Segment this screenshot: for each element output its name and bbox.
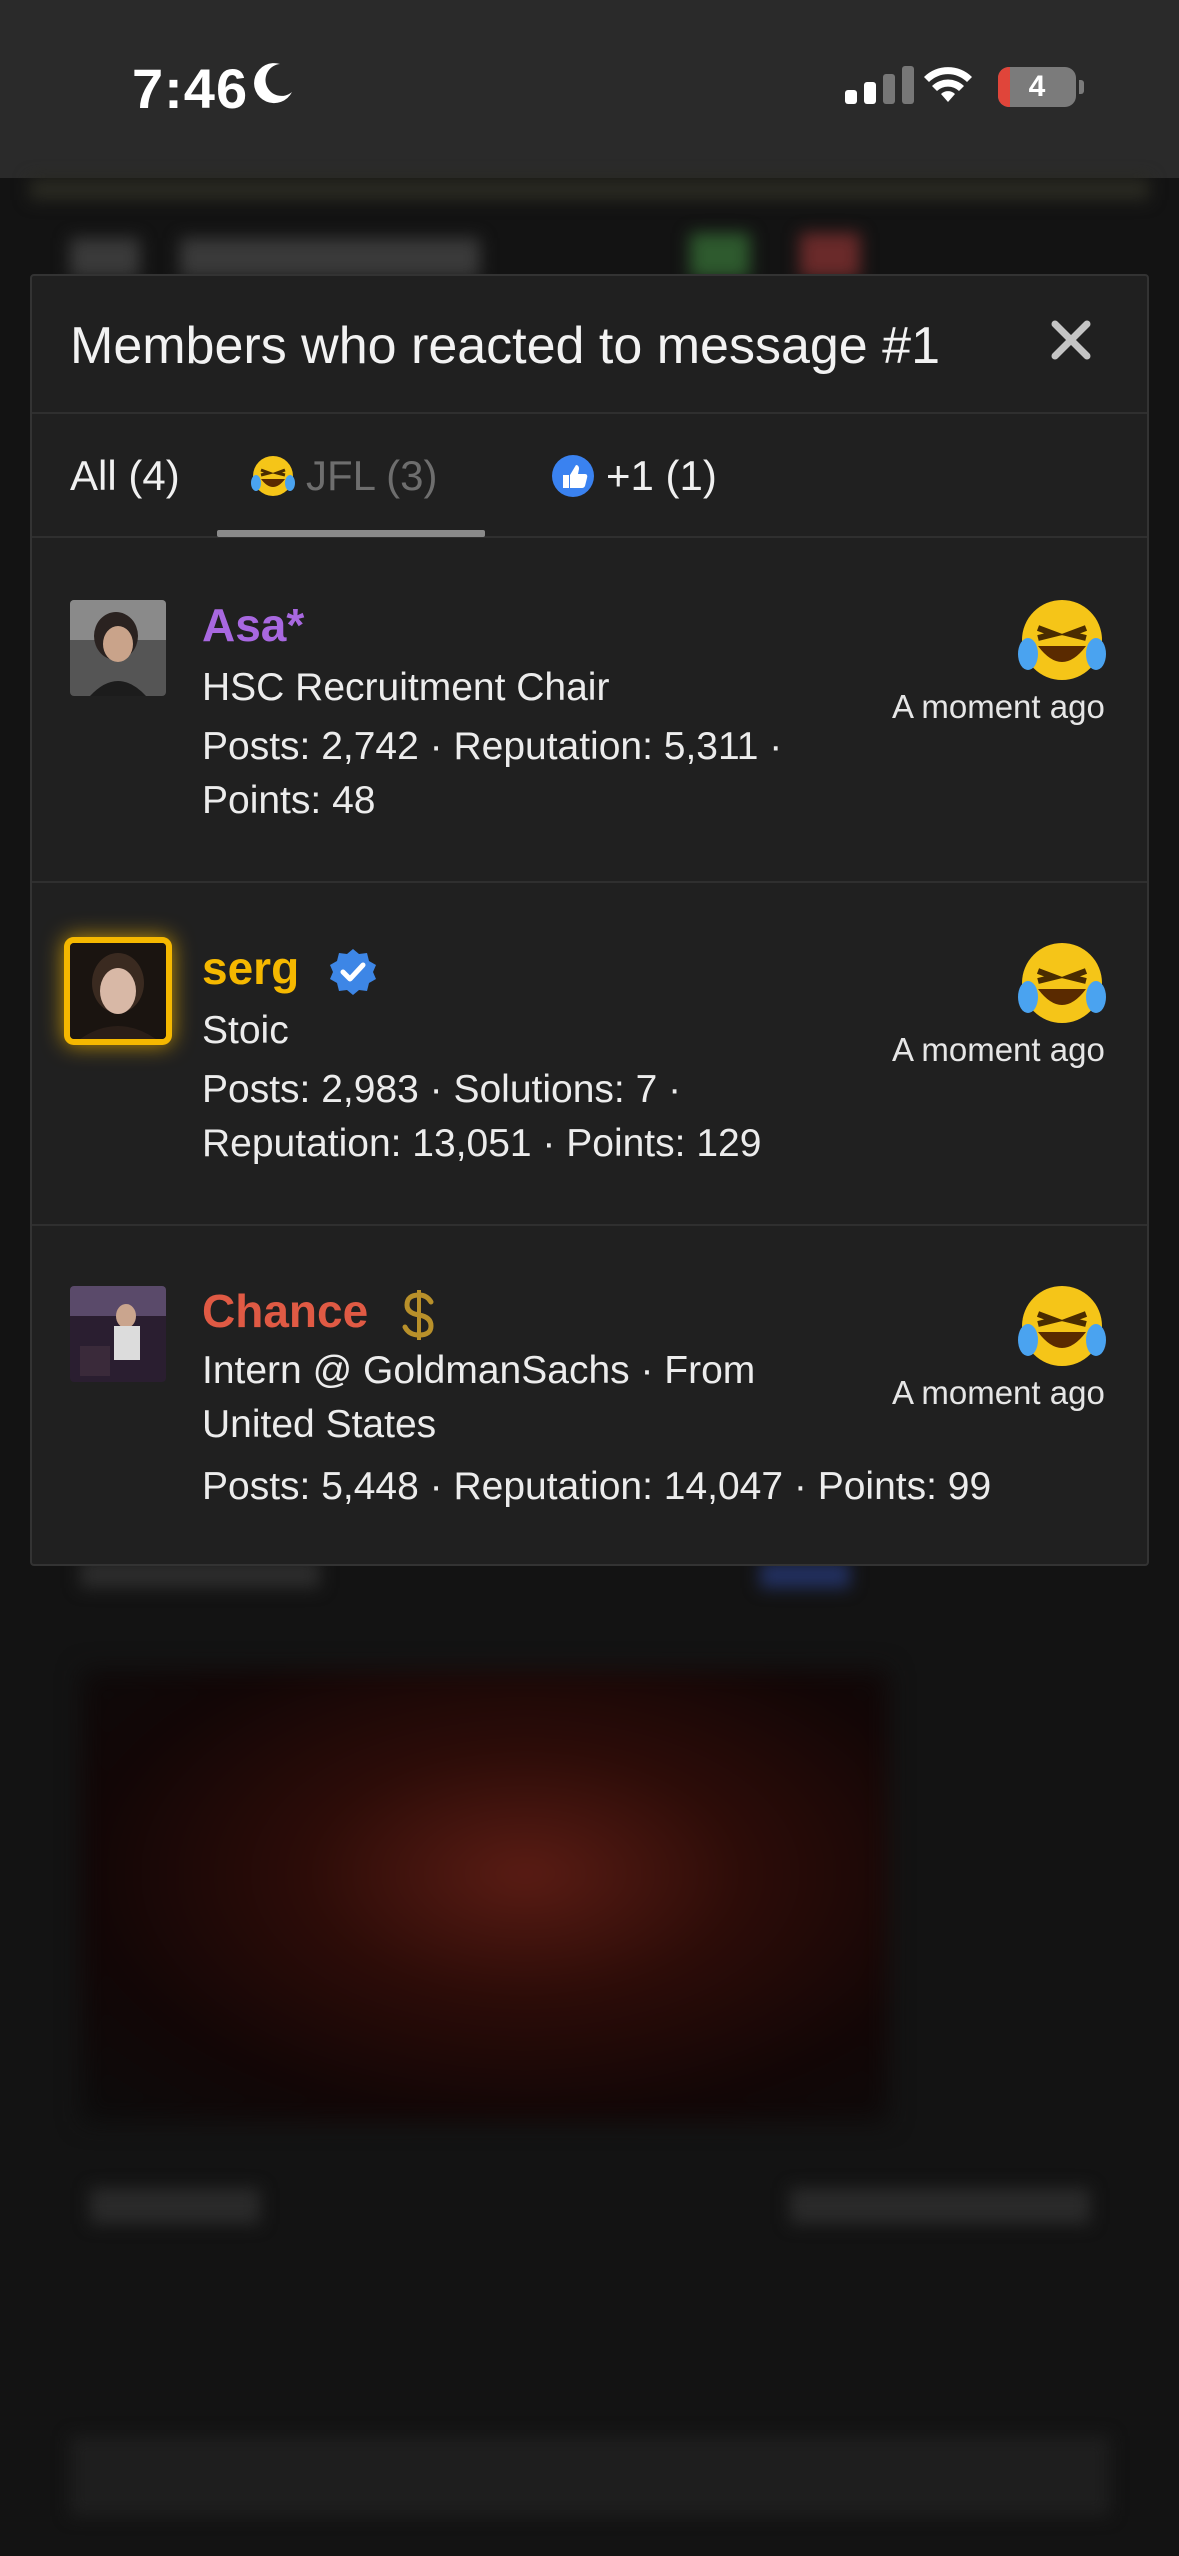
member-row[interactable]: Asa* HSC Recruitment Chair Posts: 2,742 …	[32, 540, 1147, 883]
battery-level: 4	[1028, 70, 1046, 103]
laughing-crying-emoji-icon	[1018, 943, 1106, 1023]
reaction-tabs: All (4) JFL (3) +1 (1)	[32, 414, 1147, 538]
member-title-line: United States	[202, 1403, 437, 1446]
avatar[interactable]	[70, 943, 166, 1039]
close-button[interactable]	[1046, 318, 1096, 368]
member-stats-line: Posts: 2,742 · Reputation: 5,311 ·	[202, 725, 783, 768]
member-name[interactable]: Chance	[202, 1284, 441, 1344]
member-stats-line: Reputation: 13,051 · Points: 129	[202, 1122, 762, 1165]
modal-header: Members who reacted to message #1	[32, 276, 1147, 414]
thumbs-up-icon	[552, 455, 594, 497]
dollar-icon	[402, 1289, 434, 1340]
member-name-text: Chance	[202, 1285, 369, 1337]
reaction-time: A moment ago	[892, 688, 1105, 725]
tab-jfl[interactable]: JFL (3)	[250, 414, 437, 538]
modal-title: Members who reacted to message #1	[70, 317, 940, 375]
member-stats-line: Posts: 5,448 · Reputation: 14,047 · Poin…	[202, 1465, 992, 1508]
laughing-crying-emoji-icon	[251, 456, 295, 496]
avatar[interactable]	[70, 600, 166, 696]
battery-icon: 4	[998, 67, 1076, 107]
member-title: HSC Recruitment Chair	[202, 666, 610, 709]
tab-jfl-label: JFL (3)	[306, 452, 438, 499]
close-icon	[1051, 320, 1091, 360]
tab-all-label: All (4)	[70, 452, 180, 499]
tab-plus-one[interactable]: +1 (1)	[550, 414, 717, 538]
member-stats: Posts: 5,448 · Reputation: 14,047 · Poin…	[202, 1460, 1102, 1514]
member-name-text: serg	[202, 942, 300, 994]
cellular-signal-icon	[845, 66, 914, 104]
avatar[interactable]	[70, 1286, 166, 1382]
member-name[interactable]: Asa*	[202, 598, 304, 652]
member-stats: Posts: 2,983 · Solutions: 7 · Reputation…	[202, 1063, 882, 1171]
reaction-time: A moment ago	[892, 1031, 1105, 1068]
member-row[interactable]: Chance Intern @ GoldmanSachs · From Unit…	[32, 1226, 1147, 1569]
member-row[interactable]: serg Stoic Posts: 2,983 · Solutions: 7 ·…	[32, 883, 1147, 1226]
active-tab-indicator	[217, 530, 485, 537]
reactions-modal: Members who reacted to message #1 All (4…	[30, 274, 1149, 1566]
member-stats-line: Points: 48	[202, 779, 376, 822]
reaction-time: A moment ago	[892, 1374, 1105, 1411]
member-stats: Posts: 2,742 · Reputation: 5,311 · Point…	[202, 720, 882, 828]
member-title: Intern @ GoldmanSachs · From United Stat…	[202, 1344, 755, 1452]
wifi-icon	[924, 67, 972, 102]
member-name[interactable]: serg	[202, 941, 378, 997]
verified-check-icon	[329, 948, 376, 995]
battery-cap	[1079, 80, 1084, 94]
laughing-crying-emoji-icon	[1018, 600, 1106, 680]
blurred-post-image	[82, 1670, 888, 2122]
laughing-crying-emoji-icon	[1018, 1286, 1106, 1366]
tab-plus-one-label: +1 (1)	[606, 452, 717, 499]
tab-all[interactable]: All (4)	[70, 414, 180, 538]
member-title-line: Intern @ GoldmanSachs · From	[202, 1349, 756, 1392]
status-bar: 7:46 4	[0, 0, 1179, 178]
clock: 7:46	[132, 57, 249, 120]
moon-icon	[254, 63, 292, 104]
member-title: Stoic	[202, 1009, 289, 1052]
member-stats-line: Posts: 2,983 · Solutions: 7 ·	[202, 1068, 682, 1111]
